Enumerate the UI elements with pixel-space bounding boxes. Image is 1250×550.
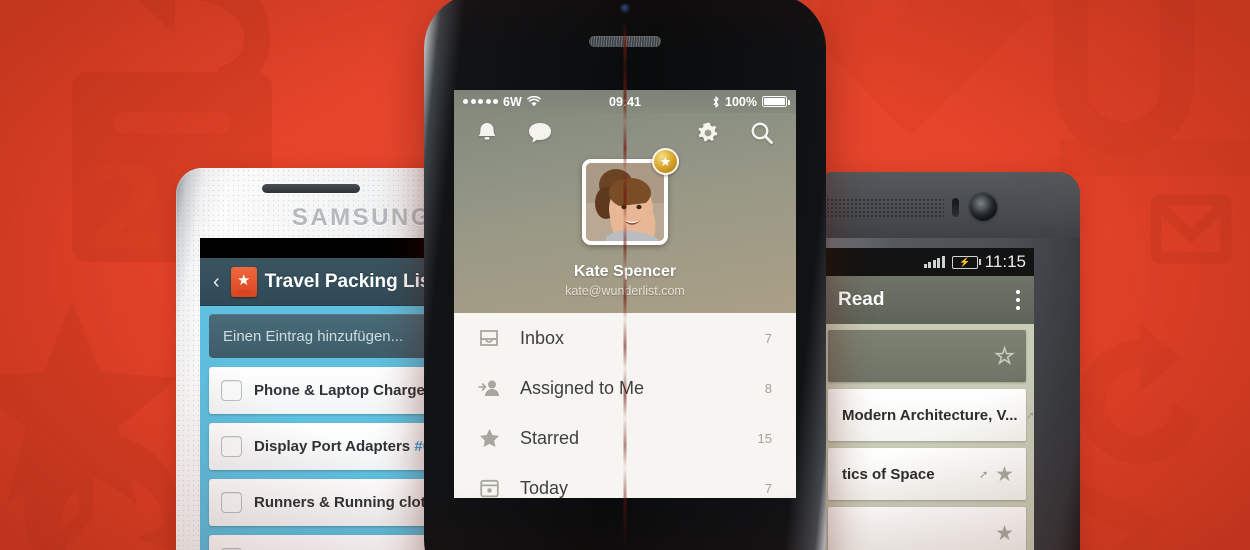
iphone-earpiece: [589, 36, 661, 47]
list-item[interactable]: Modern Architecture, V... ➚ ★: [828, 389, 1034, 441]
samsung-navbar: ‹ Travel Packing List: [200, 258, 446, 306]
ios-toolbar: [454, 113, 796, 145]
task-checkbox[interactable]: [221, 492, 242, 513]
htc-status-bar: ⚡ 11:15: [820, 248, 1034, 276]
task-row[interactable]: [209, 535, 443, 550]
task-row[interactable]: Phone & Laptop Charger #: [209, 367, 443, 414]
pin-icon: ➚: [1025, 409, 1034, 422]
sidebar-item-assigned-to-me[interactable]: Assigned to Me 8: [454, 363, 796, 413]
samsung-phone: SAMSUNG ‹ Travel Packing List Einen Eint…: [176, 168, 446, 550]
bell-icon[interactable]: [476, 121, 498, 145]
samsung-earpiece: [262, 184, 360, 193]
status-left: 6W: [463, 95, 609, 109]
ios-profile-header: ★ Kate Spencer kate@wunderlist.com: [454, 113, 796, 313]
htc-app-bar: Read: [820, 276, 1034, 324]
chat-bubble-icon[interactable]: [528, 122, 552, 144]
samsung-list-title: Travel Packing List: [264, 270, 437, 292]
task-row[interactable]: Runners & Running clothe: [209, 479, 443, 526]
today-icon: [478, 479, 500, 498]
list-item-actions: ➚ ★: [1026, 405, 1034, 426]
star-filled-icon[interactable]: ★: [995, 464, 1014, 485]
signal-dots-icon: [463, 99, 498, 104]
iphone-device: 6W 09:41 100% ★ Kate Spencer kate@wunder…: [424, 0, 826, 550]
task-label: Runners & Running clothe: [254, 494, 444, 511]
star-filled-icon[interactable]: ★: [995, 523, 1014, 544]
wifi-icon: [526, 96, 541, 107]
battery-percent-label: 100%: [725, 94, 758, 109]
menu-count: 7: [764, 330, 772, 346]
list-item-label: tics of Space: [842, 465, 935, 483]
user-avatar-photo: [586, 163, 664, 241]
list-item[interactable]: ★: [828, 330, 1026, 382]
menu-label: Starred: [520, 427, 580, 448]
gear-icon[interactable]: [696, 121, 720, 145]
battery-full-icon: [762, 96, 790, 107]
sidebar-item-starred[interactable]: Starred 15: [454, 413, 796, 463]
avatar[interactable]: [582, 159, 668, 245]
sidebar-item-today[interactable]: Today 7: [454, 463, 796, 498]
htc-front-camera: [970, 194, 997, 221]
samsung-brand-label: SAMSUNG: [291, 204, 432, 231]
assigned-icon: [478, 379, 500, 397]
menu-count: 8: [764, 380, 772, 396]
htc-clock: 11:15: [984, 252, 1026, 271]
wunderlist-u-icon: [1054, 0, 1250, 176]
task-row[interactable]: Display Port Adapters #CH: [209, 423, 444, 470]
htc-list: ★ Modern Architecture, V... ➚ ★ tics of …: [820, 324, 1034, 550]
add-task-input[interactable]: Einen Eintrag hinzufügen...: [209, 314, 443, 358]
list-item-actions: ★: [994, 345, 1014, 368]
pin-icon: ➚: [978, 468, 989, 481]
htc-screen: ⚡ 11:15 Read ★ Modern Architecture, V...…: [820, 248, 1034, 550]
sidebar-item-inbox[interactable]: Inbox 7: [454, 313, 796, 363]
task-label: Phone & Laptop Charger #: [254, 382, 443, 399]
task-checkbox[interactable]: [221, 380, 242, 401]
task-label: Display Port Adapters #CH: [254, 438, 444, 455]
list-item[interactable]: tics of Space ➚ ★: [828, 448, 1026, 500]
samsung-status-bar: [200, 238, 446, 258]
menu-label: Today: [520, 477, 569, 498]
htc-phone: ⚡ 11:15 Read ★ Modern Architecture, V...…: [812, 172, 1080, 550]
list-item-actions: ➚ ★: [979, 464, 1014, 485]
wunderlist-star-list-icon: [230, 266, 257, 297]
avatar-wrapper[interactable]: ★: [582, 148, 679, 245]
toolbar-left-group: [476, 121, 552, 145]
chevron-left-icon[interactable]: ‹: [210, 272, 223, 292]
bluetooth-icon: [713, 95, 719, 108]
signal-bars-icon: [923, 256, 945, 268]
ios-menu-list: Inbox 7 Assigned to Me 8 Starred 15 Toda…: [454, 313, 796, 498]
htc-speaker-grille: [826, 198, 944, 218]
user-email: kate@wunderlist.com: [565, 284, 685, 298]
ios-clock: 09:41: [609, 94, 641, 109]
menu-count: 15: [757, 430, 772, 446]
menu-label: Inbox: [520, 327, 565, 348]
kebab-menu-icon[interactable]: [1016, 290, 1020, 310]
list-item-label: Modern Architecture, V...: [842, 406, 1018, 424]
task-checkbox[interactable]: [221, 436, 242, 457]
menu-label: Assigned to Me: [520, 377, 645, 398]
ios-status-bar: 6W 09:41 100%: [454, 90, 796, 113]
star-icon: [478, 428, 500, 448]
samsung-screen: ‹ Travel Packing List Einen Eintrag hinz…: [200, 238, 446, 550]
iphone-screen: 6W 09:41 100% ★ Kate Spencer kate@wunder…: [454, 90, 796, 498]
menu-count: 7: [764, 480, 772, 496]
htc-proximity-sensor: [952, 198, 959, 217]
samsung-list-body: Einen Eintrag hinzufügen... Phone & Lapt…: [200, 306, 446, 550]
list-item[interactable]: ★: [828, 507, 1026, 550]
inbox-icon: [478, 329, 500, 347]
carrier-label: 6W: [503, 94, 522, 109]
star-outline-icon[interactable]: ★: [994, 345, 1014, 368]
search-icon[interactable]: [750, 121, 774, 145]
htc-screen-title: Read: [838, 289, 885, 310]
status-right: 100%: [641, 94, 790, 109]
user-name: Kate Spencer: [573, 263, 677, 280]
battery-charging-icon: ⚡: [951, 255, 981, 269]
list-item-actions: ★: [995, 523, 1014, 544]
star-badge-icon: ★: [652, 148, 679, 175]
refresh-icon: [1078, 324, 1200, 464]
toolbar-right-group: [696, 121, 774, 145]
iphone-front-camera: [620, 4, 630, 13]
mail-envelope-icon: [1150, 194, 1232, 264]
tag-icon: [820, 0, 1030, 136]
